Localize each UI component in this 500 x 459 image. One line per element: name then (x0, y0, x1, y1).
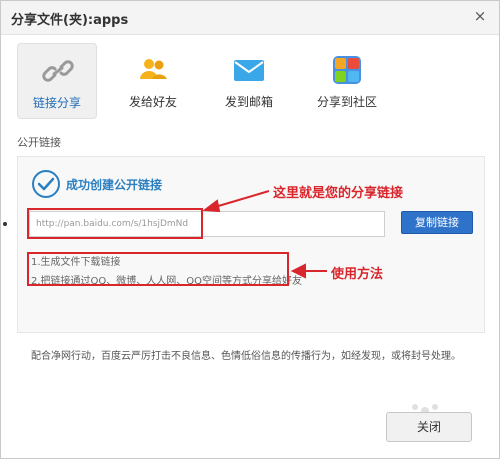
tab-send-friends[interactable]: 发给好友 (113, 43, 193, 119)
dialog-titlebar: 分享文件(夹):apps × (1, 1, 499, 35)
copy-link-button[interactable]: 复制链接 (401, 211, 473, 234)
annotation-link-label: 这里就是您的分享链接 (273, 186, 404, 201)
tab-label: 分享到社区 (316, 95, 377, 109)
close-icon[interactable]: × (471, 7, 489, 25)
dialog-title: 分享文件(夹):apps (11, 13, 129, 28)
stray-bullet (3, 222, 7, 226)
tab-label: 发给好友 (128, 95, 177, 109)
tab-share-community[interactable]: 分享到社区 (307, 43, 387, 119)
friends-icon (140, 59, 167, 79)
tab-label: 发到邮箱 (224, 95, 273, 109)
annotation-box-method (27, 252, 289, 286)
share-tabs: 链接分享 发给好友 发到邮箱 分享到社区 (17, 43, 487, 119)
community-icon (333, 56, 361, 84)
chain-link-icon (42, 60, 74, 82)
close-button[interactable]: 关闭 (386, 412, 472, 442)
check-circle-icon (32, 170, 60, 198)
tab-send-email[interactable]: 发到邮箱 (209, 43, 289, 119)
section-label: 公开链接 (17, 136, 61, 149)
policy-notice: 配合净网行动，百度云严厉打击不良信息、色情低俗信息的传播行为，如经发现，或将封号… (31, 351, 461, 362)
tab-link-share[interactable]: 链接分享 (17, 43, 97, 119)
share-dialog: 分享文件(夹):apps × 链接分享 发给好友 发到邮箱 分享到社区 公开链接… (0, 0, 500, 459)
success-message: 成功创建公开链接 (66, 178, 163, 192)
tab-label: 链接分享 (32, 96, 81, 110)
annotation-box-link (27, 208, 203, 239)
mail-icon (234, 60, 264, 81)
annotation-method-label: 使用方法 (331, 267, 384, 282)
